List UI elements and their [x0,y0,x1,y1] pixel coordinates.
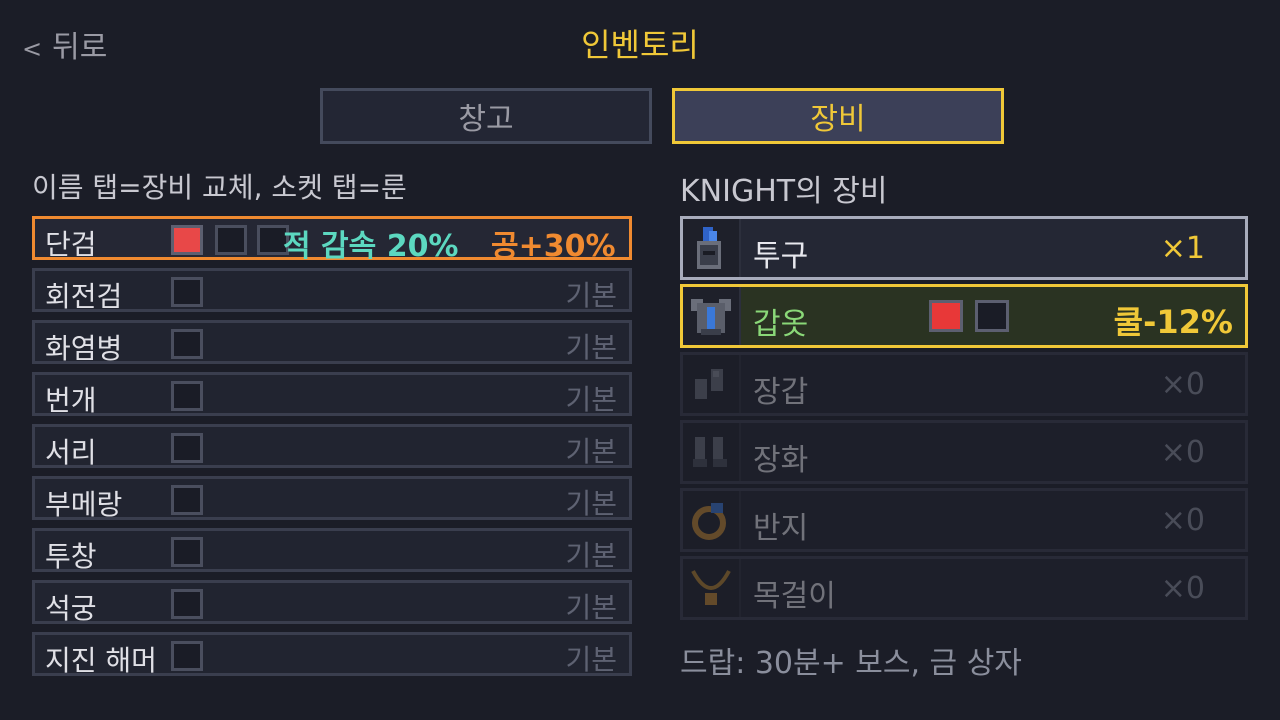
equip-name: 갑옷 [753,307,809,342]
equip-count: ×0 [1160,435,1205,470]
equipment-title: KNIGHT의 장비 [680,174,888,209]
tab-storage[interactable]: 창고 [320,88,652,144]
weapon-name: 단검 [45,228,97,261]
equip-count: ×0 [1160,367,1205,402]
rune-socket[interactable] [171,277,203,307]
rune-socket[interactable] [929,300,963,332]
armor-icon [683,287,741,345]
rune-socket[interactable] [975,300,1009,332]
rune-socket[interactable] [171,225,203,255]
equip-name: 반지 [753,511,809,546]
weapon-tag: 기본 [565,539,617,572]
rune-socket[interactable] [215,225,247,255]
tab-equipment[interactable]: 장비 [672,88,1004,144]
equip-name: 장갑 [753,375,809,410]
rune-socket[interactable] [171,641,203,671]
weapon-tag: 기본 [565,435,617,468]
weapon-effect-slow: 적 감속 20% [283,229,459,264]
equip-count: ×0 [1160,503,1205,538]
rune-socket[interactable] [171,589,203,619]
weapon-row-spin-sword[interactable]: 회전검 기본 [32,268,632,313]
equip-slot-ring[interactable]: 반지 ×0 [680,488,1248,552]
weapon-effect-attack: 공+30% [491,229,616,264]
rune-socket[interactable] [171,433,203,463]
weapon-hint: 이름 탭=장비 교체, 소켓 탭=룬 [32,171,407,204]
rune-socket[interactable] [171,485,203,515]
weapon-row-firebomb[interactable]: 화염병 기본 [32,320,632,365]
rune-socket[interactable] [171,329,203,359]
necklace-icon [683,559,741,617]
equip-name: 장화 [753,443,809,478]
weapon-name: 지진 해머 [45,644,157,677]
gloves-icon [683,355,741,413]
weapon-row-earthquake-hammer[interactable]: 지진 해머 기본 [32,632,632,677]
rune-socket[interactable] [171,537,203,567]
equip-slot-gloves[interactable]: 장갑 ×0 [680,352,1248,416]
equip-slot-armor[interactable]: 갑옷 쿨-12% [680,284,1248,348]
weapon-row-crossbow[interactable]: 석궁 기본 [32,580,632,625]
equip-name: 목걸이 [753,579,836,614]
weapon-tag: 기본 [565,383,617,416]
equip-count: ×0 [1160,571,1205,606]
weapon-name: 화염병 [45,332,123,365]
weapon-tag: 기본 [565,643,617,676]
equip-slot-necklace[interactable]: 목걸이 ×0 [680,556,1248,620]
weapon-name: 번개 [45,384,97,417]
weapon-tag: 기본 [565,487,617,520]
weapon-row-boomerang[interactable]: 부메랑 기본 [32,476,632,521]
weapon-row-javelin[interactable]: 투창 기본 [32,528,632,573]
equip-name: 투구 [753,239,809,274]
equip-slot-helmet[interactable]: 투구 ×1 [680,216,1248,280]
weapon-row-dagger[interactable]: 단검 적 감속 20% 공+30% [32,216,632,264]
weapon-tag: 기본 [565,331,617,364]
helmet-icon [683,219,741,277]
equip-count: ×1 [1160,231,1205,266]
boots-icon [683,423,741,481]
ring-icon [683,491,741,549]
weapon-name: 투창 [45,540,97,573]
weapon-name: 회전검 [45,280,123,313]
weapon-tag: 기본 [565,591,617,624]
equip-bonus: 쿨-12% [1113,303,1233,341]
drop-info: 드랍: 30분+ 보스, 금 상자 [680,646,1022,681]
rune-socket[interactable] [171,381,203,411]
equip-slot-boots[interactable]: 장화 ×0 [680,420,1248,484]
weapon-name: 부메랑 [45,488,123,521]
weapon-row-lightning[interactable]: 번개 기본 [32,372,632,417]
weapon-name: 서리 [45,436,97,469]
page-title: 인벤토리 [581,26,699,64]
weapon-tag: 기본 [565,279,617,312]
weapon-row-frost[interactable]: 서리 기본 [32,424,632,469]
weapon-name: 석궁 [45,592,97,625]
